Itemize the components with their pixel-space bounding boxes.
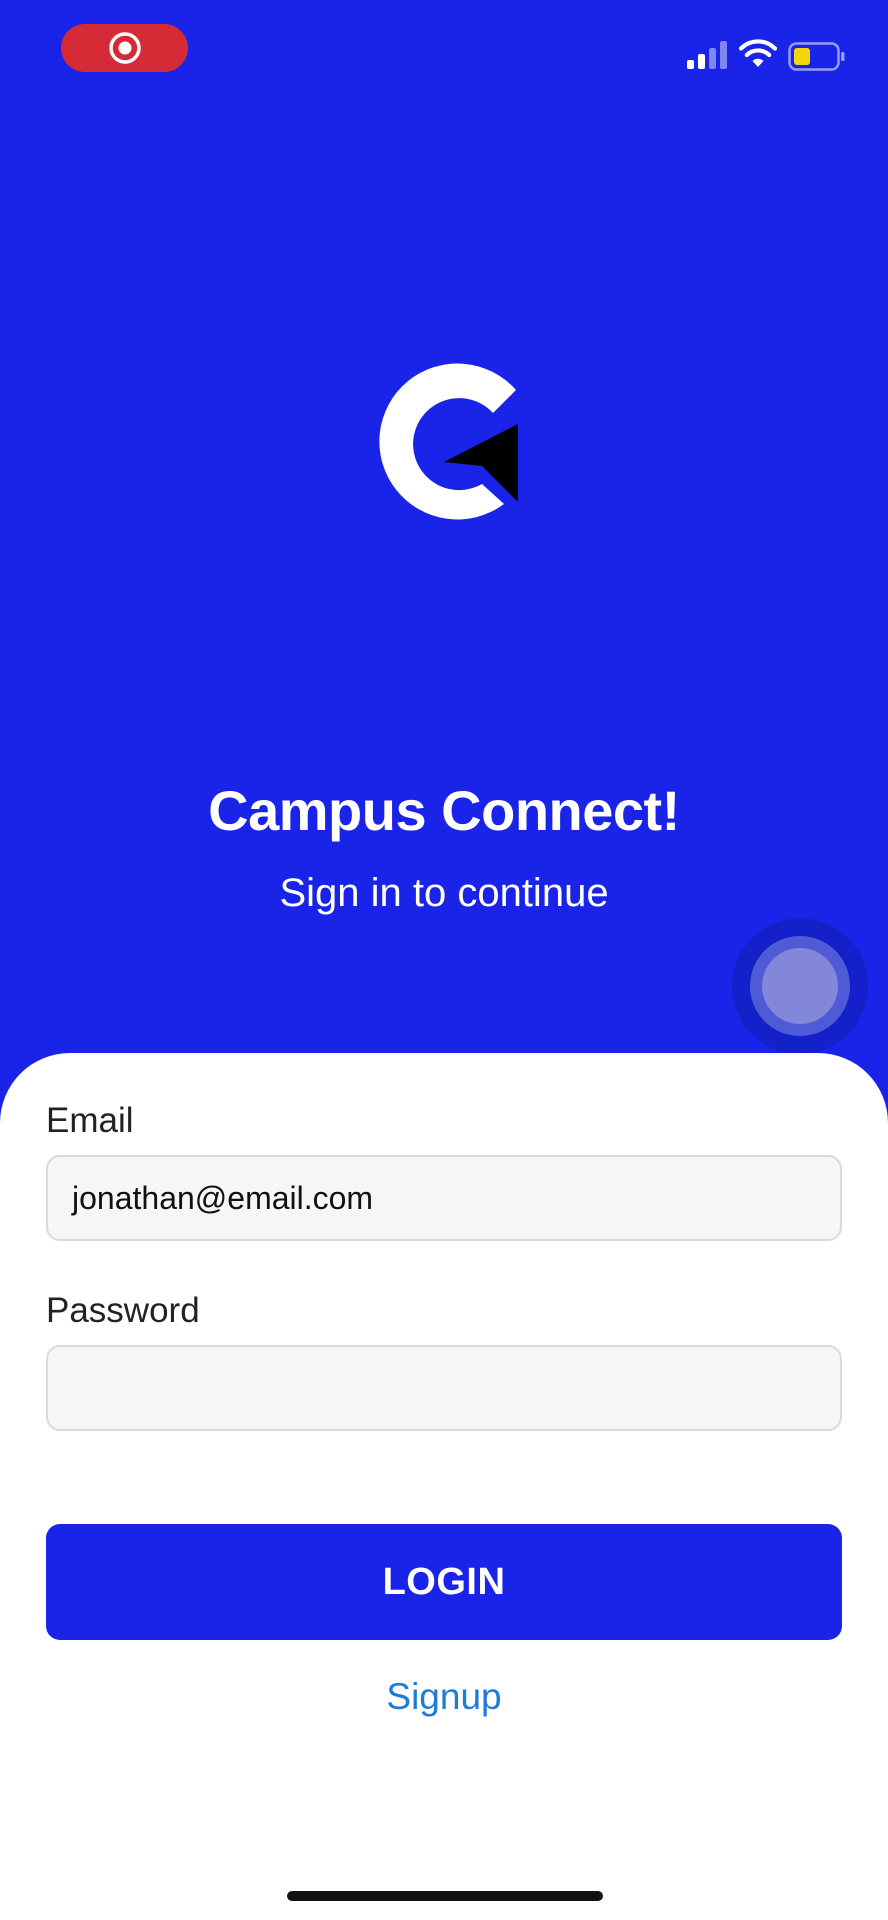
assistive-touch-core [762, 948, 838, 1024]
sign-in-subtitle: Sign in to continue [279, 871, 609, 915]
email-field[interactable]: jonathan@email.com [46, 1155, 842, 1241]
signup-link[interactable]: Signup [0, 1672, 888, 1722]
battery-low-icon [788, 42, 845, 71]
login-button[interactable]: LOGIN [46, 1524, 842, 1640]
app-title: Campus Connect! [208, 779, 680, 842]
wifi-icon [738, 39, 778, 67]
email-label: Email [46, 1101, 134, 1140]
home-indicator [287, 1891, 603, 1901]
email-value: jonathan@email.com [72, 1179, 374, 1216]
assistive-touch-button[interactable] [732, 918, 868, 1054]
cellular-signal-icon [687, 41, 727, 69]
screen-recording-indicator[interactable] [61, 24, 188, 72]
password-label: Password [46, 1291, 200, 1330]
login-screen: Campus Connect! Sign in to continue Emai… [0, 0, 888, 1920]
campus-connect-logo [379, 363, 518, 520]
record-icon [108, 32, 141, 64]
password-field[interactable] [46, 1345, 842, 1431]
